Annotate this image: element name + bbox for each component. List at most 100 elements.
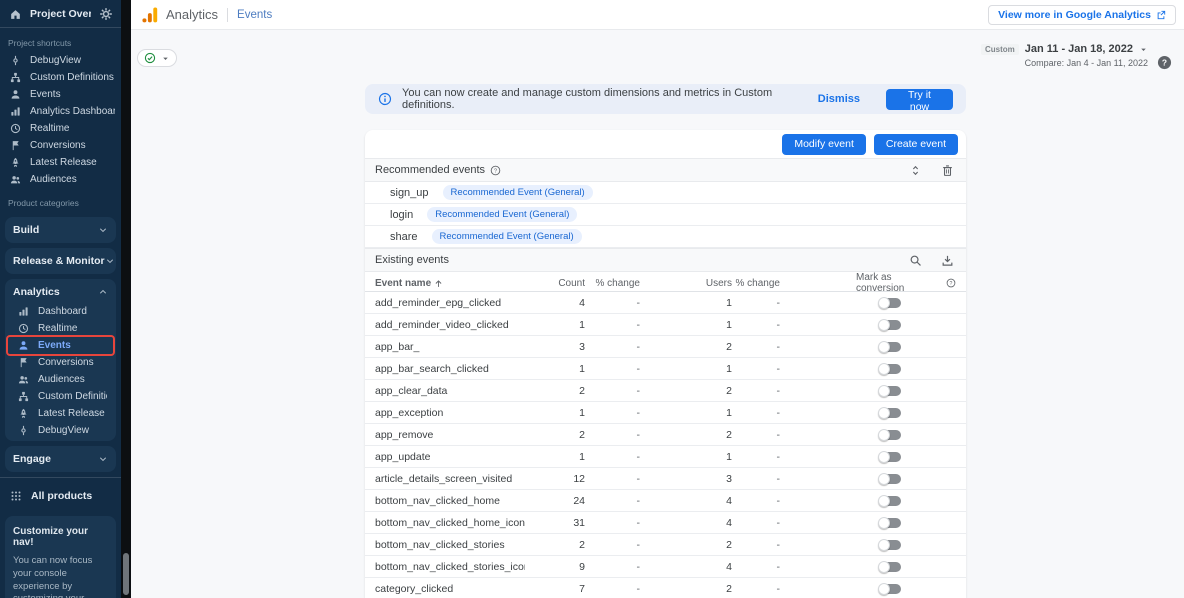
- date-range-picker[interactable]: Custom Jan 11 - Jan 18, 2022 Compare: Ja…: [981, 43, 1148, 68]
- change-cell: -: [585, 517, 640, 529]
- event-name-cell[interactable]: app_update: [375, 451, 525, 463]
- count-cell: 1: [525, 363, 585, 375]
- users-change-cell: -: [732, 583, 780, 595]
- event-name-cell[interactable]: app_bar_search_clicked: [375, 363, 525, 375]
- users-cell: 2: [640, 539, 732, 551]
- column-users-change[interactable]: % change: [732, 278, 780, 289]
- event-name-cell[interactable]: category_clicked: [375, 583, 525, 595]
- recommended-event-name[interactable]: share: [390, 231, 418, 243]
- mark-as-conversion-toggle[interactable]: [878, 583, 902, 595]
- change-cell: -: [585, 385, 640, 397]
- sidebar-scrollbar[interactable]: [121, 0, 131, 598]
- mark-as-conversion-toggle[interactable]: [878, 539, 902, 551]
- event-name-cell[interactable]: add_reminder_video_clicked: [375, 319, 525, 331]
- sidebar-shortcut-item[interactable]: Events: [0, 86, 121, 103]
- mark-as-conversion-toggle[interactable]: [878, 363, 902, 375]
- gear-icon[interactable]: [99, 7, 113, 21]
- modify-event-button[interactable]: Modify event: [782, 134, 866, 155]
- sort-icon[interactable]: [909, 164, 922, 177]
- question-circle-icon[interactable]: ?: [946, 278, 956, 288]
- mark-as-conversion-toggle[interactable]: [878, 451, 902, 463]
- help-icon[interactable]: ?: [1157, 55, 1172, 70]
- project-overview-link[interactable]: Project Overview: [30, 8, 91, 20]
- sidebar-shortcut-item[interactable]: Analytics Dashboard: [0, 103, 121, 120]
- sidebar-shortcut-item[interactable]: Latest Release: [0, 154, 121, 171]
- mark-as-conversion-toggle[interactable]: [878, 319, 902, 331]
- release-monitor-section-header[interactable]: Release & Monitor: [5, 250, 116, 272]
- breadcrumb-divider: [227, 8, 228, 22]
- column-users[interactable]: Users: [640, 278, 732, 289]
- sidebar-shortcut-item[interactable]: Realtime: [0, 120, 121, 137]
- dismiss-button[interactable]: Dismiss: [818, 93, 860, 105]
- event-name-cell[interactable]: app_remove: [375, 429, 525, 441]
- sidebar-analytics-item[interactable]: Realtime: [8, 320, 113, 337]
- users-cell: 3: [640, 473, 732, 485]
- mark-as-conversion-toggle[interactable]: [878, 517, 902, 529]
- mark-as-conversion-toggle[interactable]: [878, 297, 902, 309]
- filter-chip[interactable]: [137, 49, 177, 67]
- mark-as-conversion-toggle[interactable]: [878, 561, 902, 573]
- count-cell: 1: [525, 451, 585, 463]
- table-row: category_clicked 7 - 2 -: [365, 578, 966, 598]
- sidebar-analytics-item[interactable]: Latest Release: [8, 405, 113, 422]
- sidebar-shortcut-item[interactable]: Audiences: [0, 171, 121, 188]
- analytics-section-header[interactable]: Analytics: [5, 281, 116, 303]
- users-cell: 1: [640, 363, 732, 375]
- caret-down-icon: [1139, 45, 1148, 54]
- project-overview-row[interactable]: Project Overview: [0, 0, 121, 27]
- mark-as-conversion-toggle[interactable]: [878, 429, 902, 441]
- sidebar-shortcut-item[interactable]: Custom Definitions: [0, 69, 121, 86]
- search-icon[interactable]: [909, 254, 922, 267]
- mark-as-conversion-toggle[interactable]: [878, 495, 902, 507]
- event-name-cell[interactable]: app_exception: [375, 407, 525, 419]
- sidebar-shortcut-item[interactable]: Conversions: [0, 137, 121, 154]
- view-more-in-google-analytics-button[interactable]: View more in Google Analytics: [988, 5, 1176, 25]
- sidebar-analytics-item[interactable]: Dashboard: [8, 303, 113, 320]
- sidebar-analytics-item[interactable]: Audiences: [8, 371, 113, 388]
- sidebar-analytics-item[interactable]: Conversions: [8, 354, 113, 371]
- download-icon[interactable]: [941, 254, 954, 267]
- sort-arrow-up-icon: [434, 279, 443, 288]
- build-section-header[interactable]: Build: [5, 219, 116, 241]
- question-circle-icon[interactable]: ?: [490, 165, 501, 176]
- column-event-name[interactable]: Event name: [375, 278, 525, 289]
- event-name-cell[interactable]: add_reminder_epg_clicked: [375, 297, 525, 309]
- recommended-event-name[interactable]: sign_up: [390, 187, 429, 199]
- event-name-cell[interactable]: bottom_nav_clicked_home: [375, 495, 525, 507]
- column-change[interactable]: % change: [585, 278, 640, 289]
- all-products-link[interactable]: All products: [0, 486, 121, 506]
- promo-title: Customize your nav!: [13, 526, 108, 548]
- event-name-cell[interactable]: bottom_nav_clicked_stories_icon: [375, 561, 525, 573]
- chevron-down-icon: [98, 225, 108, 235]
- event-name-cell[interactable]: bottom_nav_clicked_stories: [375, 539, 525, 551]
- mark-as-conversion-toggle[interactable]: [878, 473, 902, 485]
- table-row: article_details_screen_visited 12 - 3 -: [365, 468, 966, 490]
- sidebar-shortcut-item[interactable]: DebugView: [0, 52, 121, 69]
- sidebar-scrollbar-thumb[interactable]: [123, 553, 129, 595]
- try-it-now-button[interactable]: Try it now: [886, 89, 953, 110]
- trash-icon[interactable]: [941, 164, 954, 177]
- recommended-event-name[interactable]: login: [390, 209, 413, 221]
- event-name-cell[interactable]: app_clear_data: [375, 385, 525, 397]
- count-cell: 1: [525, 407, 585, 419]
- create-event-button[interactable]: Create event: [874, 134, 958, 155]
- page-title[interactable]: Events: [237, 9, 272, 21]
- event-name-cell[interactable]: article_details_screen_visited: [375, 473, 525, 485]
- recommended-events-header: Recommended events ?: [365, 158, 966, 182]
- mark-as-conversion-toggle[interactable]: [878, 407, 902, 419]
- product-categories-label: Product categories: [0, 188, 121, 212]
- count-cell: 3: [525, 341, 585, 353]
- users-change-cell: -: [732, 539, 780, 551]
- mark-as-conversion-toggle[interactable]: [878, 385, 902, 397]
- sidebar-analytics-item[interactable]: Events: [8, 337, 113, 354]
- sidebar-analytics-item[interactable]: DebugView: [8, 422, 113, 439]
- count-cell: 7: [525, 583, 585, 595]
- sidebar-analytics-item[interactable]: Custom Definitions: [8, 388, 113, 405]
- users-cell: 1: [640, 407, 732, 419]
- column-count[interactable]: Count: [525, 278, 585, 289]
- event-name-cell[interactable]: bottom_nav_clicked_home_icon: [375, 517, 525, 529]
- table-row: app_bar_ 3 - 2 -: [365, 336, 966, 358]
- mark-as-conversion-toggle[interactable]: [878, 341, 902, 353]
- event-name-cell[interactable]: app_bar_: [375, 341, 525, 353]
- engage-section-header[interactable]: Engage: [5, 448, 116, 470]
